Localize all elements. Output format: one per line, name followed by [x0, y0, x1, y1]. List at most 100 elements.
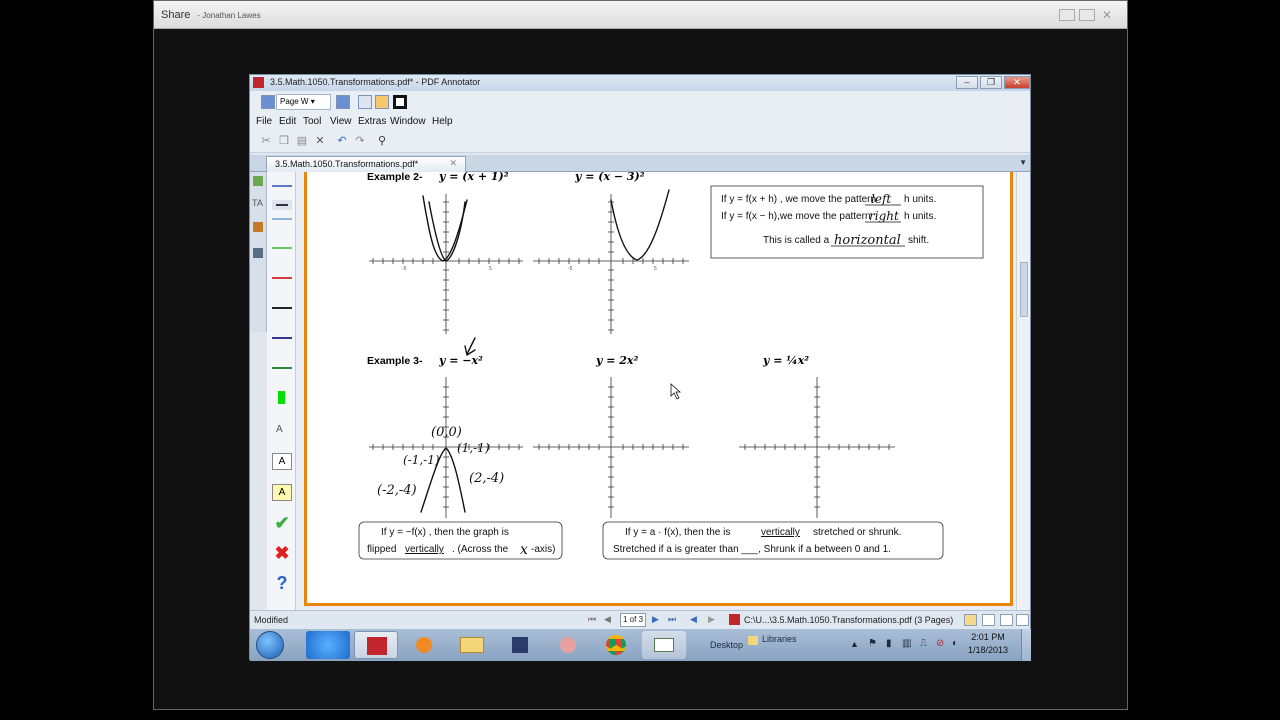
zoom-select[interactable]: Page W ▾	[276, 94, 331, 110]
history-back-icon[interactable]: ◀	[690, 614, 697, 625]
zoom-in-button[interactable]	[336, 95, 350, 109]
text-style-boxed[interactable]: A	[272, 453, 292, 470]
clock-date[interactable]: 1/18/2013	[962, 645, 1014, 655]
share-title-bar: Share - Jonathan Lawes ✕	[154, 1, 1127, 29]
maximize-button[interactable]: ❐	[980, 76, 1002, 89]
pointer-tool-icon[interactable]	[253, 248, 263, 258]
desktop-toolbar-label[interactable]: Desktop	[710, 640, 743, 650]
taskbar-chrome-icon[interactable]	[594, 631, 638, 659]
pen-red[interactable]	[272, 277, 292, 279]
nav-last-icon[interactable]: ⏭	[668, 614, 676, 625]
pen-black-selected[interactable]	[272, 200, 292, 210]
ink-x-axis: x	[520, 542, 528, 558]
reflection-rule-line1: If y = −f(x) , then the graph is	[381, 527, 509, 538]
question-stamp-icon[interactable]: ?	[271, 572, 293, 594]
page-indicator[interactable]: 1 of 3	[620, 613, 646, 627]
menu-edit[interactable]: Edit	[279, 116, 296, 127]
facing-view-icon[interactable]	[1016, 614, 1029, 626]
share-maximize-button[interactable]	[1079, 9, 1095, 21]
app-icon	[253, 77, 264, 88]
example2-equation-b: y = (x − 3)²	[574, 172, 645, 183]
tab-list-icon[interactable]: ▼	[1019, 158, 1027, 167]
graph-2b	[533, 194, 689, 334]
shift-rule-line1: If y = f(x + h) , we move the pattern	[721, 194, 876, 205]
start-button[interactable]	[256, 631, 284, 659]
cross-stamp-icon[interactable]: ✖	[271, 542, 293, 564]
continuous-view-icon[interactable]	[982, 614, 995, 626]
pen-light-blue[interactable]	[272, 218, 292, 220]
tray-overflow-icon[interactable]: ▲	[850, 639, 859, 649]
minimize-button[interactable]: ‒	[956, 76, 978, 89]
presenter-name: - Jonathan Lawes	[197, 11, 261, 20]
fullscreen-button[interactable]	[393, 95, 407, 109]
share-close-icon[interactable]: ✕	[1102, 9, 1118, 21]
pen-blue-thin[interactable]	[272, 185, 292, 187]
taskbar-app-icon[interactable]	[498, 631, 542, 659]
delete-icon[interactable]: ✕	[313, 135, 327, 148]
file-icon	[729, 614, 740, 625]
find-icon[interactable]: ⚲	[375, 135, 389, 148]
network-icon[interactable]: ▥	[902, 638, 911, 649]
menu-tool[interactable]: Tool	[303, 116, 321, 127]
text-tool-icon[interactable]: TA	[252, 198, 263, 208]
redo-icon[interactable]: ↷	[353, 135, 367, 148]
action-center-flag-icon[interactable]: ⚑	[868, 638, 877, 649]
title-bar: 3.5.Math.1050.Transformations.pdf* - PDF…	[250, 75, 1030, 91]
shift-rule-line3-end: shift.	[908, 235, 929, 246]
vertical-scrollbar[interactable]	[1016, 172, 1030, 610]
taskbar-record-icon[interactable]	[546, 631, 590, 659]
checkmark-stamp-icon[interactable]: ✔	[271, 512, 293, 534]
text-style-yellow[interactable]: A	[272, 484, 292, 501]
blocked-icon[interactable]: ⊘	[936, 638, 944, 649]
taskbar-ie-icon[interactable]	[306, 631, 350, 659]
clock-time[interactable]: 2:01 PM	[968, 632, 1008, 642]
pdf-page: Example 2- y = (x + 1)² y = (x − 3)² -5 …	[304, 170, 1013, 606]
paste-icon[interactable]: ▤	[295, 135, 309, 148]
stamp-tool-icon[interactable]	[253, 222, 263, 232]
menu-extras[interactable]: Extras	[358, 116, 386, 127]
example3-equation-b: y = 2x²	[595, 354, 638, 367]
file-path: C:\U...\3.5.Math.1050.Transformations.pd…	[744, 615, 954, 625]
pen-green[interactable]	[272, 247, 292, 249]
menu-help[interactable]: Help	[432, 116, 453, 127]
highlighter-green[interactable]	[278, 391, 285, 404]
libraries-toolbar-label[interactable]: Libraries	[762, 634, 797, 644]
battery-icon[interactable]: ▮	[886, 638, 892, 649]
ink-point-neg2: (-2,-4)	[377, 483, 417, 498]
taskbar-share-icon[interactable]	[642, 631, 686, 659]
connection-icon[interactable]: ⎍	[920, 638, 927, 649]
undo-icon[interactable]: ↶	[335, 135, 349, 148]
volume-icon[interactable]: ◐	[952, 638, 958, 649]
scrollbar-thumb[interactable]	[1020, 262, 1028, 317]
taskbar-explorer-icon[interactable]	[450, 631, 494, 659]
cut-icon[interactable]: ✂	[259, 135, 273, 148]
example3-equation-c: y = ¼x²	[762, 354, 809, 367]
copy-icon[interactable]: ❐	[277, 135, 291, 148]
pen-black[interactable]	[272, 307, 292, 309]
close-button[interactable]: ✕	[1004, 76, 1030, 89]
history-forward-icon[interactable]: ▶	[708, 614, 715, 625]
fit-width-button[interactable]	[375, 95, 389, 109]
pen-navy[interactable]	[272, 337, 292, 339]
fit-height-button[interactable]	[358, 95, 372, 109]
shift-rule-line2: If y = f(x − h),we move the pattern	[721, 211, 871, 222]
tab-close-icon[interactable]: ✕	[449, 158, 457, 169]
menu-view[interactable]: View	[330, 116, 352, 127]
nav-next-icon[interactable]: ▶	[652, 614, 659, 625]
pen-dark-green[interactable]	[272, 367, 292, 369]
nav-prev-icon[interactable]: ◀	[604, 614, 611, 625]
nav-first-icon[interactable]: ⏮	[588, 614, 596, 625]
show-desktop-button[interactable]	[1021, 629, 1031, 661]
menu-file[interactable]: File	[256, 116, 272, 127]
menu-window[interactable]: Window	[390, 116, 426, 127]
reflection-rule-end: -axis)	[531, 544, 555, 555]
taskbar-media-icon[interactable]	[402, 631, 446, 659]
text-style-plain[interactable]: A	[276, 424, 283, 435]
pen-tool-icon[interactable]	[253, 176, 263, 186]
tab-document[interactable]: 3.5.Math.1050.Transformations.pdf* ✕	[266, 156, 466, 172]
two-page-view-icon[interactable]	[1000, 614, 1013, 626]
share-minimize-button[interactable]	[1059, 9, 1075, 21]
single-page-view-icon[interactable]	[964, 614, 977, 626]
zoom-out-button[interactable]	[261, 95, 275, 109]
taskbar-pdf-annotator-icon[interactable]	[354, 631, 398, 659]
